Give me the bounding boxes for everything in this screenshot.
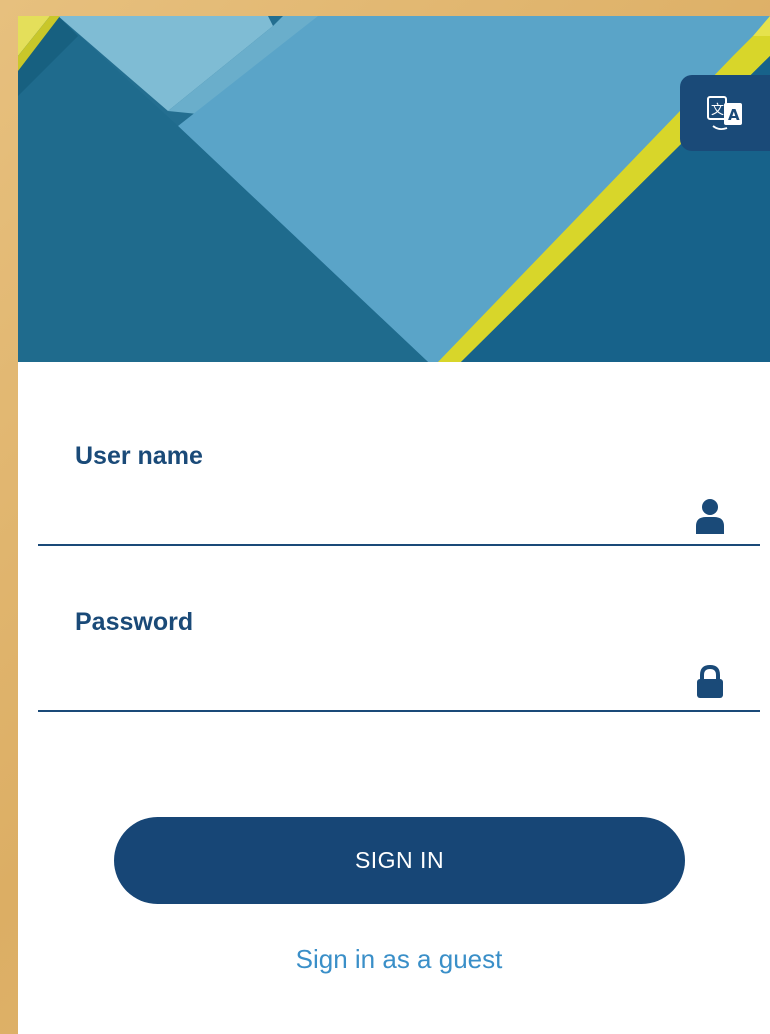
- lock-icon: [694, 662, 726, 702]
- translate-button[interactable]: 文 A: [680, 75, 770, 151]
- user-icon: [694, 496, 726, 536]
- translate-icon: 文 A: [707, 96, 742, 131]
- guest-sign-in-link[interactable]: Sign in as a guest: [18, 944, 770, 975]
- login-form: User name Password SIGN IN Sign in as a …: [18, 362, 770, 1034]
- password-input[interactable]: [38, 662, 760, 712]
- username-label: User name: [75, 442, 203, 470]
- username-input[interactable]: [38, 496, 760, 546]
- svg-text:A: A: [728, 106, 740, 124]
- hero-banner: 文 A: [18, 16, 770, 362]
- sign-in-button[interactable]: SIGN IN: [114, 817, 685, 904]
- password-label: Password: [75, 608, 194, 636]
- login-screen: 文 A User name Password SIGN IN Sign in a…: [18, 16, 770, 1034]
- svg-text:文: 文: [711, 103, 724, 118]
- hero-background: [18, 16, 770, 362]
